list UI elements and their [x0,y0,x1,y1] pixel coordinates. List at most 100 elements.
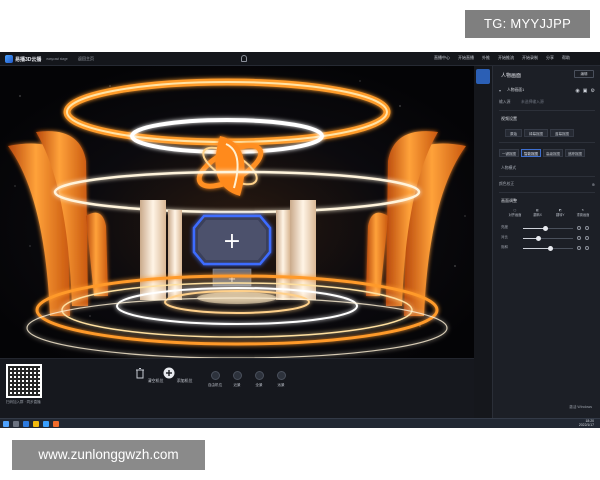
clear-cameras-button[interactable]: 清空机位 [134,367,164,384]
camera-label: 近景 [233,383,241,387]
slider-contrast[interactable]: 对比 [501,234,593,242]
app-logo: 易播3D云播 easycast stage [5,55,68,63]
camera-far[interactable]: 远景 [270,371,292,388]
camera-label: 远景 [277,383,285,387]
add-camera-label: 添加机位 [176,378,193,383]
adjust-heading: 画面调整 [501,198,517,203]
search-icon[interactable] [13,421,19,427]
slider-label: 亮度 [501,225,508,229]
app-subtitle: easycast stage [46,57,68,61]
topbar-actions: 直播中心 开始直播 外推 开始推流 开始录制 分享 帮助 [434,55,570,61]
video-settings-heading: 视频设置 [501,116,517,121]
color-row[interactable]: 颜色校正 ⊕ [499,180,595,189]
reset-dot-icon[interactable] [577,235,581,240]
reset-dot-icon[interactable] [577,245,581,250]
action-push[interactable]: 外推 [482,55,490,61]
chevron-down-icon: ▾ [499,89,501,93]
stage-viewport[interactable]: + + [0,66,474,358]
reset-icon[interactable]: ↻ 重置画面 [573,208,593,217]
layer-name: 人物画面1 [507,88,525,92]
link-dot-icon[interactable] [585,245,589,250]
app-screen: 易播3D云播 easycast stage 返回主页 直播中心 开始直播 外推 … [0,52,600,428]
camera-label: 全景 [255,383,263,387]
slider-saturation[interactable]: 饱和 [501,244,593,252]
windows-start-icon[interactable] [3,421,9,427]
folder-icon[interactable] [33,421,39,427]
mode-heading: 人物模式 [501,166,517,170]
action-start-live[interactable]: 开始直播 [458,55,474,61]
add-camera-button[interactable]: 添加机位 [163,367,193,384]
stage-render: + + [0,66,474,358]
chip-track-key[interactable]: 追踪抠图 [565,148,585,157]
properties-panel: 人物画面 编辑 ▾ 人物画面1 ◉ ▣ ⚙ 输入源 未选择输入源 视频设置 原始… [492,66,600,418]
effect-chips: 一键抠图 智能抠图 高级抠图 追踪抠图 [499,148,595,157]
app-icon[interactable] [53,421,59,427]
slider-track[interactable] [523,245,573,251]
clear-cameras-label: 清空机位 [147,378,164,383]
trash-icon [136,368,145,379]
align-icon[interactable]: ▢ 对齐画面 [505,208,525,217]
slider-knob[interactable] [548,245,553,251]
lock-small-icon[interactable]: ▣ [583,88,588,94]
camera-close[interactable]: 近景 [226,371,248,388]
camera-icon [232,371,242,380]
browser-icon[interactable] [23,421,29,427]
reset-dot-icon[interactable] [577,225,581,230]
qr-caption: 扫码加入群 · 同步直播 [6,400,41,404]
divider [499,110,595,111]
chip-original[interactable]: 原始 [505,128,522,137]
watermark-url: www.zunlonggwzh.com [12,440,205,470]
page: TG: MYYJJPP 易播3D云播 easycast stage 返回主页 直… [0,0,600,480]
input-label: 输入源 [499,100,511,104]
slider-knob[interactable] [536,235,541,241]
edit-button[interactable]: 编辑 [574,70,594,78]
divider [499,176,595,177]
slider-track[interactable] [523,225,573,231]
chip-smart-key[interactable]: 智能抠图 [521,148,541,157]
input-row[interactable]: 输入源 未选择输入源 [499,98,595,107]
camera-icon [254,371,264,380]
slider-label: 饱和 [501,245,508,249]
slider-brightness[interactable]: 亮度 [501,224,593,232]
slider-track[interactable] [523,235,573,241]
action-start-stream[interactable]: 开始推流 [498,55,514,61]
svg-text:+: + [223,229,241,254]
adjust-icons: ▢ 对齐画面 ◧ 翻转X ◩ 翻转Y ↻ 重置画面 [505,208,593,217]
home-link[interactable]: 返回主页 [78,56,94,62]
link-dot-icon[interactable] [585,235,589,240]
app-icon[interactable] [43,421,49,427]
person-layer-thumbnail[interactable] [476,69,490,84]
flip-x-icon[interactable]: ◧ 翻转X [528,208,548,217]
plus-circle-icon [163,367,175,379]
chip-advanced-key[interactable]: 高级抠图 [543,148,563,157]
action-help[interactable]: 帮助 [562,55,570,61]
app-name: 易播3D云播 [15,56,42,63]
eye-icon[interactable]: ◉ [575,88,579,94]
flip-y-icon[interactable]: ◩ 翻转Y [550,208,570,217]
camera-toolbar: 扫码加入群 · 同步直播 清空机位 添加机位 自由机位 近景 全景 远景 [0,358,474,418]
color-label: 颜色校正 [499,182,515,186]
chip-auto-key[interactable]: 一键抠图 [499,148,519,157]
chip-green-key[interactable]: 绿幕抠图 [524,128,548,137]
divider [499,192,595,193]
action-live-center[interactable]: 直播中心 [434,55,450,61]
slider-knob[interactable] [543,225,548,231]
chip-blue-key[interactable]: 蓝幕抠图 [550,128,574,137]
clock-date: 2022/1/17 [578,423,594,428]
action-record[interactable]: 开始录制 [522,55,538,61]
display-chips: 原始 绿幕抠图 蓝幕抠图 [505,128,600,137]
action-share[interactable]: 分享 [546,55,554,61]
right-rail [474,66,492,418]
slider-label: 对比 [501,235,508,239]
panel-title: 人物画面 [501,73,522,79]
link-dot-icon[interactable] [585,225,589,230]
settings-icon[interactable]: ⚙ [591,88,595,94]
chevron-right-icon[interactable]: ⊕ [592,182,595,187]
camera-free[interactable]: 自由机位 [204,371,226,388]
layer-row[interactable]: ▾ 人物画面1 ◉ ▣ ⚙ [499,86,595,95]
lock-icon[interactable] [241,55,247,62]
qr-code [6,364,42,398]
taskbar-icons [3,421,59,427]
camera-full[interactable]: 全景 [248,371,270,388]
input-value: 未选择输入源 [521,100,544,104]
